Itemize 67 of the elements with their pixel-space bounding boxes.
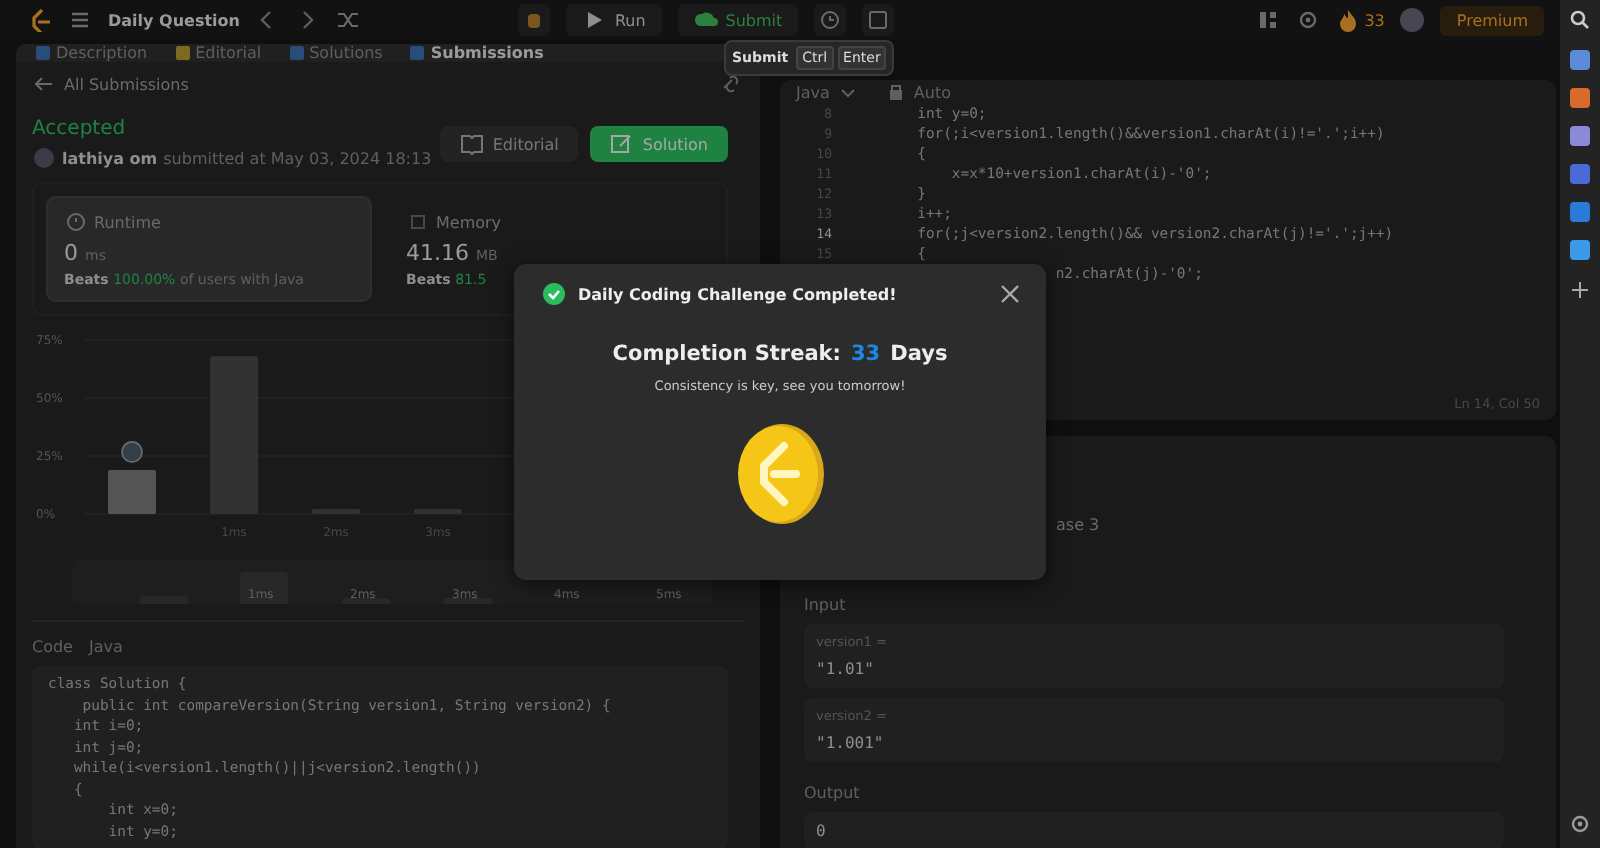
language-dropdown[interactable]: Java — [796, 80, 860, 104]
stat-value: 41.16 — [406, 240, 469, 266]
back-link[interactable]: All Submissions — [32, 72, 189, 96]
parameter-value: "1.001" — [816, 734, 886, 752]
solution-button[interactable]: Solution — [590, 126, 728, 162]
fire-icon[interactable] — [1336, 8, 1361, 32]
shuffle-icon[interactable] — [335, 8, 360, 32]
add-icon[interactable] — [1568, 278, 1592, 302]
dialog-title: Daily Coding Challenge Completed! — [578, 285, 899, 303]
play-icon — [582, 8, 607, 32]
close-button[interactable] — [998, 282, 1022, 306]
timer-button[interactable] — [814, 4, 847, 36]
language-label: Java — [88, 638, 123, 656]
submission-status: Accepted — [32, 118, 128, 140]
run-button[interactable]: Run — [566, 4, 662, 36]
submit-button[interactable]: Submit — [677, 4, 799, 36]
settings-icon[interactable] — [1296, 8, 1321, 32]
alarm-clock-icon — [818, 8, 843, 32]
search-icon[interactable] — [1568, 8, 1592, 32]
stat-value: 0 — [64, 240, 78, 266]
code-label: Code — [32, 638, 73, 656]
submission-time: submitted at May 03, 2024 18:13 — [163, 149, 432, 167]
streak-label: Completion Streak: — [612, 342, 841, 366]
back-arrow-icon — [32, 72, 56, 96]
tab[interactable]: Description — [36, 44, 148, 62]
streak-unit: Days — [890, 342, 948, 366]
link-icon[interactable] — [720, 72, 744, 96]
tab-icon — [410, 46, 425, 60]
parameter-value: "1.01" — [816, 660, 876, 678]
cloud-icon — [693, 8, 718, 32]
tab[interactable]: Solutions — [289, 44, 383, 62]
settings-icon[interactable] — [1568, 812, 1592, 836]
clock-icon — [64, 210, 88, 234]
problem-list-title[interactable]: Daily Question — [108, 11, 240, 29]
username[interactable]: lathiya om — [62, 149, 158, 167]
tab[interactable]: Editorial — [175, 44, 262, 62]
debug-button[interactable] — [518, 4, 551, 36]
chip-icon — [406, 210, 430, 234]
user-avatar-icon — [32, 146, 56, 170]
layout-icon[interactable] — [1256, 8, 1281, 32]
output-label: Output — [804, 784, 862, 802]
histogram-bar[interactable] — [108, 469, 156, 514]
premium-button[interactable]: Premium — [1440, 5, 1544, 35]
close-icon — [998, 282, 1022, 306]
list-icon[interactable] — [68, 8, 92, 32]
mode-label: Auto — [913, 83, 951, 101]
tab-icon — [175, 46, 190, 60]
tab[interactable]: Submissions — [410, 44, 544, 62]
notes-button[interactable] — [862, 4, 895, 36]
output-value: 0 — [816, 822, 828, 840]
note-icon — [866, 8, 891, 32]
stat-label: Memory — [436, 213, 502, 231]
coin-drawing — [734, 422, 826, 526]
tab-icon — [289, 46, 304, 60]
book-icon — [460, 132, 485, 156]
editorial-button[interactable]: Editorial — [440, 126, 579, 162]
input-label: Input — [804, 596, 848, 614]
streak-count[interactable]: 33 — [1364, 11, 1385, 29]
avatar[interactable] — [1400, 8, 1425, 32]
tab-icon — [36, 46, 50, 60]
edit-icon — [610, 132, 635, 156]
case-tab[interactable]: ase 3 — [1056, 516, 1100, 534]
streak-days: 33 — [851, 342, 881, 366]
logo-icon[interactable] — [28, 8, 52, 32]
user-avatar-marker — [121, 441, 143, 463]
stat-label: Runtime — [94, 213, 161, 231]
check-icon — [542, 282, 566, 306]
